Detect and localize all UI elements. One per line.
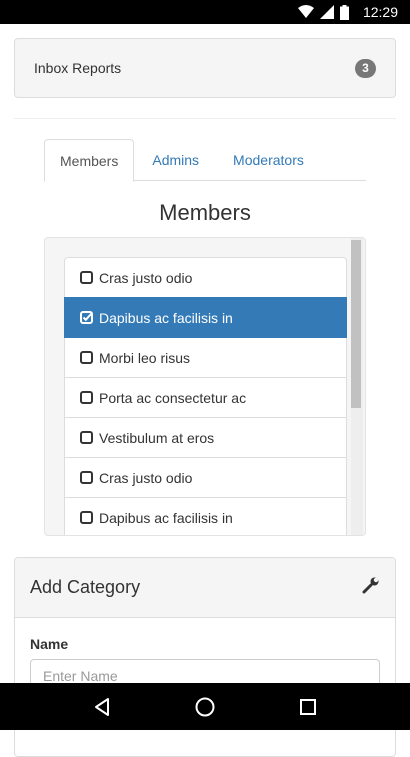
inbox-reports-panel[interactable]: Inbox Reports 3 <box>14 38 396 98</box>
role-tabs: Members Admins Moderators <box>44 139 366 182</box>
home-icon[interactable] <box>185 687 225 727</box>
checkbox-icon[interactable] <box>80 471 99 484</box>
checkbox-icon[interactable] <box>80 391 99 404</box>
member-list: Cras justo odio Dapibus ac facilisis in Mo… <box>64 257 347 535</box>
section-title: Members <box>159 200 251 225</box>
member-label: Porta ac consectetur ac <box>99 389 247 406</box>
inbox-count-badge: 3 <box>355 58 376 78</box>
status-bar: 12:29 <box>0 0 410 24</box>
tab-admins[interactable]: Admins <box>136 139 215 181</box>
status-time: 12:29 <box>362 4 398 20</box>
member-label: Dapibus ac facilisis in <box>99 309 233 326</box>
checkbox-icon[interactable] <box>80 511 99 524</box>
inbox-reports-title: Inbox Reports <box>34 60 122 76</box>
tab-members[interactable]: Members <box>44 139 135 182</box>
member-label: Vestibulum at eros <box>99 429 215 446</box>
navigation-bar <box>0 683 410 730</box>
member-label: Morbi leo risus <box>99 349 191 366</box>
name-label: Name <box>30 636 69 652</box>
member-list-item[interactable]: Dapibus ac facilisis in <box>64 297 347 338</box>
add-category-header: Add Category <box>15 558 395 618</box>
checkbox-icon[interactable] <box>80 431 99 444</box>
scrollbar-thumb[interactable] <box>351 240 361 408</box>
member-label: Cras justo odio <box>99 469 193 486</box>
member-list-item[interactable]: Morbi leo risus <box>64 337 347 378</box>
member-list-item[interactable]: Dapibus ac facilisis in <box>64 497 347 535</box>
signal-icon <box>319 5 334 19</box>
member-label: Dapibus ac facilisis in <box>99 509 233 526</box>
wifi-icon <box>297 5 314 18</box>
member-list-item[interactable]: Porta ac consectetur ac <box>64 377 347 418</box>
wrench-icon[interactable] <box>362 576 380 599</box>
checkbox-icon[interactable] <box>80 351 99 364</box>
checked-checkbox-icon[interactable] <box>80 311 99 324</box>
member-list-item[interactable]: Cras justo odio <box>64 257 347 298</box>
divider <box>14 118 396 119</box>
member-label: Cras justo odio <box>99 269 193 286</box>
back-icon[interactable] <box>82 687 122 727</box>
tab-moderators[interactable]: Moderators <box>217 139 320 181</box>
member-list-item[interactable]: Vestibulum at eros <box>64 417 347 458</box>
checkbox-icon[interactable] <box>80 271 99 284</box>
member-list-container: Cras justo odio Dapibus ac facilisis in Mo… <box>44 237 366 536</box>
battery-icon <box>339 4 349 20</box>
recents-icon[interactable] <box>288 687 328 727</box>
member-list-item[interactable]: Cras justo odio <box>64 457 347 498</box>
add-category-title: Add Category <box>30 577 141 597</box>
